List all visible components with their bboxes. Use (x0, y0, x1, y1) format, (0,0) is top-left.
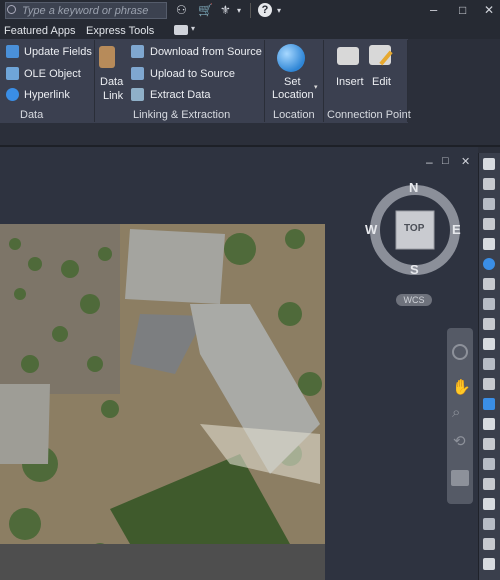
tab-express-tools[interactable]: Express Tools (86, 25, 154, 37)
panel-divider (94, 40, 95, 122)
viewport-close-button[interactable]: ✕ (461, 155, 470, 168)
insert-button[interactable]: Insert (336, 76, 364, 88)
video-icon[interactable] (174, 25, 188, 35)
tool-icon[interactable] (483, 218, 495, 230)
tool-icon[interactable] (483, 338, 495, 350)
globe-icon[interactable] (483, 258, 495, 270)
tool-icon[interactable] (483, 178, 495, 190)
pan-icon[interactable]: ✋ (452, 378, 471, 396)
upload-icon (131, 67, 144, 80)
toolbar-divider (250, 3, 251, 18)
help-icon[interactable]: ? (258, 3, 272, 17)
search-icon (7, 5, 16, 14)
compass-west[interactable]: W (365, 222, 377, 237)
data-link-label-2[interactable]: Link (103, 90, 123, 102)
ole-object-icon (6, 67, 19, 80)
steering-wheel-icon[interactable] (452, 344, 468, 360)
chevron-down-icon[interactable]: ▾ (277, 6, 281, 15)
extract-data-icon (131, 88, 144, 101)
tool-icon[interactable] (483, 358, 495, 370)
tool-icon[interactable] (483, 558, 495, 570)
data-link-icon (99, 46, 115, 68)
tool-icon[interactable] (483, 238, 495, 250)
tool-icon[interactable] (483, 278, 495, 290)
chevron-down-icon[interactable]: ▾ (191, 24, 195, 33)
tool-icon[interactable] (483, 158, 495, 170)
restore-button[interactable]: □ (459, 3, 466, 17)
wcs-menu[interactable]: WCS (396, 294, 432, 306)
tool-icon[interactable] (483, 458, 495, 470)
tab-featured-apps[interactable]: Featured Apps (4, 25, 76, 37)
viewport-minimize-button[interactable]: – (426, 155, 433, 169)
tool-icon[interactable] (483, 298, 495, 310)
tool-icon[interactable] (483, 318, 495, 330)
set-location-label-2[interactable]: Location (272, 89, 314, 101)
panel-divider (264, 40, 265, 122)
tool-icon[interactable] (483, 518, 495, 530)
cart-icon[interactable]: 🛒 (198, 3, 213, 17)
data-link-label[interactable]: Data (100, 76, 123, 88)
tool-icon[interactable] (483, 438, 495, 450)
compass-north[interactable]: N (409, 180, 418, 195)
close-button[interactable]: ✕ (484, 3, 494, 17)
panel-divider (323, 40, 324, 122)
hyperlink-button[interactable]: Hyperlink (24, 89, 70, 101)
insert-icon (337, 47, 359, 65)
hyperlink-icon (6, 88, 19, 101)
tool-icon[interactable] (483, 418, 495, 430)
tool-icon[interactable] (483, 378, 495, 390)
tool-icon[interactable] (483, 538, 495, 550)
update-fields-icon (6, 45, 19, 58)
viewcube-top-label[interactable]: TOP (404, 223, 424, 234)
update-fields-button[interactable]: Update Fields (24, 46, 92, 58)
chevron-down-icon[interactable]: ▾ (237, 6, 241, 15)
globe-icon (277, 44, 305, 72)
tool-icon[interactable] (483, 498, 495, 510)
ole-object-button[interactable]: OLE Object (24, 68, 81, 80)
connection-panel-label: Connection Point (327, 109, 411, 121)
showmotion-icon[interactable] (451, 470, 469, 486)
download-icon (131, 45, 144, 58)
orbit-icon[interactable]: ⟲ (453, 432, 466, 450)
chevron-down-icon[interactable]: ▾ (314, 83, 318, 91)
binoculars-icon[interactable]: ⚇ (176, 3, 187, 17)
edit-button[interactable]: Edit (372, 76, 391, 88)
linking-panel-label: Linking & Extraction (133, 109, 231, 121)
tool-icon[interactable] (483, 478, 495, 490)
network-icon[interactable]: ⚜ (220, 3, 231, 17)
zoom-icon[interactable]: ⌕ (452, 404, 460, 421)
aerial-image (0, 224, 325, 580)
tool-icon[interactable] (483, 398, 495, 410)
minimize-button[interactable]: – (430, 2, 437, 17)
ribbon-footer (0, 123, 500, 145)
tool-icon[interactable] (483, 198, 495, 210)
viewport-restore-button[interactable]: □ (442, 155, 449, 167)
extract-data-button[interactable]: Extract Data (150, 89, 211, 101)
search-input[interactable]: Type a keyword or phrase (5, 2, 167, 19)
download-from-source-button[interactable]: Download from Source (150, 46, 262, 58)
set-location-label[interactable]: Set (284, 76, 301, 88)
upload-to-source-button[interactable]: Upload to Source (150, 68, 235, 80)
location-panel-label: Location (273, 109, 315, 121)
data-panel-label: Data (20, 109, 44, 121)
compass-east[interactable]: E (452, 222, 461, 237)
compass-south[interactable]: S (410, 262, 419, 277)
